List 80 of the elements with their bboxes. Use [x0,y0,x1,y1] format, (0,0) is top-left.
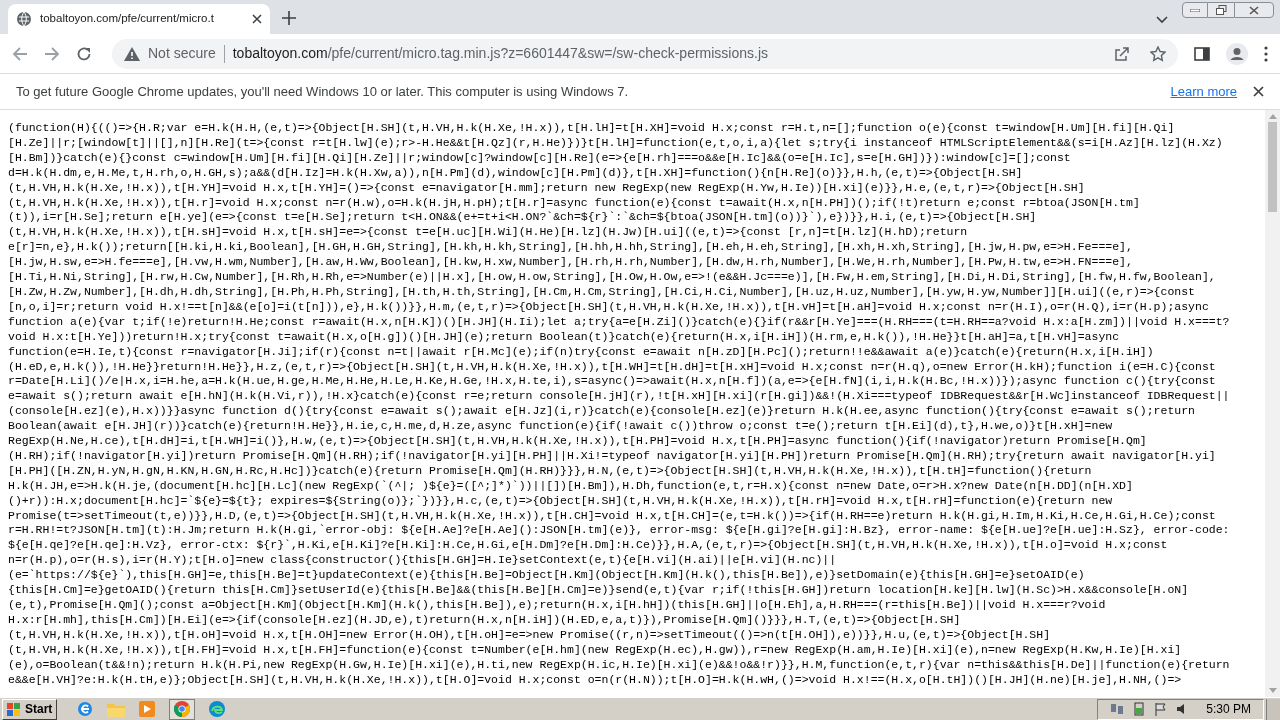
scroll-up-icon[interactable] [1268,114,1277,119]
learn-more-link[interactable]: Learn more [1170,81,1237,102]
edge-icon[interactable] [209,701,226,717]
new-tab-icon[interactable] [282,11,296,25]
start-button[interactable]: Start [2,698,58,720]
code-line: n=r(H.p),o=r(H.s),i=r(H.Y);t[H.o]=new class{constructor(){this[H.GH]=H.Ie}setContext(e,t){e[H.vi](H.ai)||e[H.vi](H.nc)|| [8,553,837,569]
code-line: Boolean(await e[H.JH](r))}catch(e){return!H.He}},H.ie,c,H.me,d,H.ze,async function(e){if(!await c())throw o;const t=e();return t[H.Ei](d),t},H.we,o)}t[H.xH]=new [8,419,1113,435]
code-line: (t,H.VH,H.k(H.Xe,!H.x)),t[H.FH]=void H.x,t[H.FH]=function(e){const t=Number(e[H.hm](new RegExp(H.ec),H.gw)),r=new RegExp(H.am,H.Ie)[H.xi](e),n=new RegExp(H.Kw,H.Ie)[H.xi] [8,642,1182,658]
close-icon [1249,5,1259,15]
code-line: (console[H.ez](e),H.x))}}async function d(){try{const e=await s();await e[H.Jz](i,r)}catch(e){console[H.ez](e)}return H.k(H.ee,async function(){try{const e=await s();return [8,404,1195,420]
code-line: void H.x:t[H.Ye]))return!H.x;try{const t=await(H.x,o[H.g])()[H.JH](e);return Boolean(t)}catch(e){return(H.x,i[H.iH])(H.rm,e,H.k()),!H.He}}t[H.aH]=a,t[H.vH]=async [8,329,1120,345]
profile-icon[interactable] [1226,42,1248,65]
code-line: [H.Bm])}catch(e){}const c=window[H.Um][H.fi][H.Qi][H.Ze]||r;window[c]?window[c][H.Re](e=>{e[H.rh]===o&&e[H.Ic]&&(o=e[H.Ic],s=e[H.GH])}):window[c]=[];const [8,150,1071,166]
battery-icon[interactable] [1132,702,1147,716]
browser-e-icon[interactable] [77,701,94,717]
menu-icon[interactable] [1264,45,1268,62]
code-line: RegExp(H.Ne,H.ce),t[H.dH]=i,t[H.WH]=i()},H.w,(e,t)=>{Object[H.SH](t,H.VH,H.k(H.Xe,!H.x)),t[H.PH]=void H.x,t[H.PH]=async function(){if(!navigator)return Promise[H.Qm] [8,434,1147,449]
star-icon[interactable] [1150,45,1166,62]
globe-icon [16,11,32,27]
restore-icon [1215,5,1227,15]
code-line: (t,H.VH,H.k(H.Xe,!H.x)),t[H.YH]=void H.x,t[H.YH]=()=>{const e=navigator[H.mm];return new RegExp(new RegExp(H.Yw,H.Ie))[H.xi](e)}},H.e,(e,t,r)=>{Object[H.SH] [8,180,1085,196]
scrollbar[interactable] [1265,110,1280,697]
forward-icon[interactable] [44,45,60,62]
clock: 5:30 PM [1206,701,1251,718]
code-line: [n,o,i]=r;return void H.x!==t[n]&&(e[o]=i(t[n])),e},H.k())}},H.m,(e,t,r)=>{Object[H.SH](t,H.VH,H.k(H.Xe,!H.x)),t[H.vH]=t[H.aH]=void H.x;const n=r(H.I),o=r(H.Q),i=r(H.p);async [8,299,1209,315]
show-desktop-button[interactable] [1266,698,1280,720]
close-icon[interactable] [252,14,262,24]
code-line: d=H.k(H.dm,e,H.Me,t,H.rh,o,H.GH,s);a&&(d[H.Iz]=H.k(H.Xw,a)),n[H.Pm](d),window[c][H.Pm](d)},t[H.XH]=function(){n[H.Re](o)}},H.h,(e,t)=>{Object[H.SH] [8,165,1023,181]
code-line: (t,H.VH,H.k(H.Xe,!H.x)),t[H.sH]=void H.x,t[H.sH]=e=>{const t=e[H.uc][H.Wi](H.He)[H.lz](H.Jw)[H.ui]((e,t)=>{const [r,n]=t[H.lz](H.hD);return [8,225,968,241]
sidebar-icon[interactable] [1194,45,1210,62]
scrollbar-thumb[interactable] [1268,122,1277,212]
share-icon[interactable] [1114,45,1130,62]
security-label: Not secure [148,44,216,63]
flag-icon[interactable] [1154,702,1169,716]
code-line: [H.Zw,H.Zw,Number],[H.dh,H.dh,String],[H.Ph,H.Ph,String],[H.th,H.th,String],[H.Cm,H.Cm,String],[H.Ci,H.Ci,Number],[H.uz,H.uz,Number],[H.yw,H.yw,Number]][H.ui]((e,r)=>{const [8,284,1195,300]
url-text: tobaltoyon.com/pfe/current/micro.tag.min.js?z=6601447&sw=/sw-check-permissions.js [232,44,769,63]
close-icon[interactable] [1253,86,1264,97]
back-icon[interactable] [12,45,28,62]
code-line: e=await s();return await e[H.hN](H.k(H.Vi,r)),!H.x}catch(e){const r=e;return console[H.jH](r),!t[H.xH][H.xi](r[H.gi])&&!(H.Xi===typeof IDBRequest&&r[H.Wc]instanceof IDBRequest|| [8,389,1230,405]
code-line: ()+r)):H.x;document[H.hc]=`${e}=${t}; expires=${String(o)};`})}},H.c,(e,t)=>{Object[H.SH](t,H.VH,H.k(H.Xe,!H.x)),t[H.rH]=void H.x,t[H.rH]=function(e){return new [8,493,1113,509]
code-line: (e,t),Promise[H.Qm]();const a=Object[H.Km](Object[H.Km](H.k(),this[H.Be]),e);return(H.x,i[H.hH])(this[H.GH]||o[H.Eh],a,H.RH===(r=this[H.Be])||void H.x===r?void [8,598,1106,613]
reload-icon[interactable] [76,45,92,62]
restore-button[interactable] [1208,2,1234,18]
code-line: e&&e[H.VH]?e:H.k(H.tH,e)};Object[H.SH](t,H.VH,H.k(H.Xe,!H.x)),t[H.O]=void H.x;const o=n(r(H.N));t[H.O]=H.k(H.wH,()=>void H.x!==(H.x,o[H.tH])()[H.JH](H.ne)[H.je],H.NH,()=> [8,672,1182,688]
code-line: (e=`https://${e}`),this[H.GH]=e,this[H.Be]=t}updateContext(e){this[H.Be]=Object[H.Km](Object[H.Km](H.k(),this[H.Be]),e)}setDomain(e){this[H.GH]=e}setOAID(e) [8,568,1085,584]
code-line: H.k(H.JH,e=>H.k(H.je,(document[H.hc][H.Lc](new RegExp(`(^|; )${e}=([^;]*)`))||[])[H.Bm]),H.Dh,function(e,t,r=H.x){const n=new Date,o=r>H.x?new Date(n[H.DD](n[H.XD] [8,478,1133,494]
code-line: function(e=H.Ie,t){const r=navigator[H.Ji];if(r){const n=t||await r[H.Mc](e);if(n)try{const e=await n[H.zD][H.Pc]();return!!e&&await a(e)}catch(e){return(H.x,i[H.iH]) [8,344,1154,360]
warning-icon [124,46,140,61]
code-line: (H.RH);if(!navigator[H.yi])return Promise[H.Qm](H.RH);if(!navigator[H.yi][H.PH]||H.Xi!=typeof navigator[H.yi][H.PH])return Promise[H.Qm](H.RH);try{return await navigator[H.yi] [8,448,1216,464]
chrome-icon [174,701,191,717]
code-line: function a(e){var t;if(!e)return!H.He;const r=await(H.x,n[H.K])()[H.JH](H.Ii);let a;try{a=e[H.Zi]()}catch(e){}if(r&&r[H.Ye]===(H.RH===(t=H.RH==a?void H.x:a[H.zm])||void H.x===t? [8,314,1230,330]
code-line: (function(H){(()=>{H.R;var e=H.k(H.H,(e,t)=>{Object[H.SH](t,H.VH,H.k(H.Xe,!H.x)),t[H.lH]=t[H.XH]=void H.x;const r=H.t,n=[];function o(e){const t=window[H.Um][H.fi][H.Qi] [8,121,1175,136]
code-line: ${e[H.qe]?e[H.qe]:H.Vz}, error-ctx: ${r}`,H.Ki,e[H.Ki]?e[H.Ki]:H.Ce,H.Gi,e[H.Dm]?e[H.Dm]:H.Ce)}},H.A,(e,t,r)=>{Object[H.SH](t,H.VH,H.k(H.Xe,!H.x)),t[H.o]=void H.x;const [8,538,1168,554]
network-icon[interactable] [1110,702,1125,716]
code-line: H.x:r[H.mh],this[H.Cm])[H.Ei](e=>{if(console[H.ez](H.JD,e),t)return(H.x,n[H.iH])(H.ED,e,a,t)}),Promise[H.Qm]()}}},H.T,(e,t)=>{Object[H.SH] [8,612,961,628]
chevron-down-icon[interactable] [1156,16,1168,24]
infobar-message: To get future Google Chrome updates, you'll need Windows 10 or later. This computer is using Windows 7. [16,82,629,101]
code-line: [H.Ti,H.Ni,String],[H.rw,H.Cw,Number],[H.Rh,H.Rh,e=>Number(e)||H.x],[H.ow,H.ow,String],[H.Ow,H.Ow,e=>!(e&&H.Jc===e)],[H.Fw,H.em,String],[H.Di,H.Di,String],[H.fw,H.fw,Boolean], [8,270,1216,285]
code-line: [H.PH]([H.ZN,H.yN,H.gN,H.KN,H.GN,H.Rc,H.Hc])}catch(e){return Promise[H.Qm](H.RH)}}},H.N,(e,t)=>{Object[H.SH](t,H.VH,H.k(H.Xe,!H.x)),t[H.tH]=function(){return [8,463,1092,479]
minimize-icon [1190,8,1200,12]
scroll-down-icon[interactable] [1268,688,1277,693]
code-line: [H.jw,H.sw,e=>H.fe===e],[H.vw,H.wm,Number],[H.aw,H.Ww,Boolean],[H.kw,H.xw,Number],[H.rh,H.rh,Number],[H.dw,H.rh,Number],[H.We,H.rh,Number],[H.Pw,H.tw,e=>H.FN===e], [8,255,1133,271]
code-line: {this[H.Cm]=e}getOAID(){return this[H.Cm]}setUserId(e){this[H.Be]&&(this[H.Be][H.Cm]=e)}send(e,t){var r;if(!this[H.GH])return location[H.ke][H.lw](H.Sc)>H.x&&console[H.oN] [8,583,1189,598]
code-line: Promise(t=>setTimeout(t,e))}},H.D,(e,t)=>{Object[H.SH](t,H.VH,H.k(H.Xe,!H.x)),t[H.CH]=void H.x,t[H.CH]=(e,t=H.k())=>{if(H.RH==e)return H.k(H.gi,H.Im,H.Ki,H.Ce,H.Gi,H.Ce);const [8,508,1216,524]
windows-logo-icon [7,702,21,716]
code-line: e[r]=n,e},H.k());return[[H.ki,H.ki,Boolean],[H.GH,H.GH,String],[H.kh,H.kh,String],[H.hh,H.hh,String],[H.eh,H.eh,String],[H.xh,H.xh,String],[H.jw,H.pw,e=>H.Fe===e], [8,240,1133,256]
browser-tab[interactable]: tobaltoyon.com/pfe/current/micro.t [8,4,270,34]
code-line: (e),o=Boolean(t&&!n);return H.k(H.Pi,new RegExp(H.Gw,H.Ie)[H.xi](e),H.ti,new RegExp(H.ic,H.Ie)[H.xi](e)&&!o&&!r)}},H.M,function(e,t,r){var n=this&&this[H.De]||function(e){return [8,657,1230,673]
code-line: (H.eD,e,H.k()),!H.He}}return!H.He}},H.z,(e,t,r)=>{Object[H.SH](t,H.VH,H.k(H.Xe,!H.x)),t[H.WH]=t[H.dH]=t[H.xH]=void H.x;const n=r(H.q),o=new Error(H.kH);function i(e=H.C){const [8,359,1216,375]
chrome-taskbar-button[interactable] [169,698,196,720]
code-line: r=Date[H.Li]()/e|H.x,i=H.he,a=H.k(H.ue,H.ge,H.Me,H.He,H.Le,H.Ke,H.Ge,!H.x,H.te,i),s=async()=>await(H.x,n[H.f])(a,e=>{e[H.fN](i,i,H.k(H.Bc,!H.x))});async function c(){try{const [8,374,1216,390]
close-window-button[interactable] [1234,2,1274,18]
address-bar[interactable]: Not secure tobaltoyon.com/pfe/current/micro.tag.min.js?z=6601447&sw=/sw-check-permissions.js [112,38,1178,69]
code-line: [H.Ze]||r;[window[t]||[],n][H.Re](t=>{const r=t[H.lw](e);r>-H.He&&t[H.Qz](r,H.He)})}t[H.lH]=function(e,t,o,i,a){let s;try{i instanceof HTMLScriptElement&&(s=i[H.Az][H.lz](H.Xz) [8,135,1223,151]
code-line: (t,H.VH,H.k(H.Xe,!H.x)),t[H.oH]=void H.x,t[H.OH]=new Error(H.OH),t[H.oH]=e=>new Promise((r,n)=>setTimeout(()=>n(t[H.OH]),e))}},H.u,(e,t)=>{Object[H.SH] [8,627,1051,643]
tab-title: tobaltoyon.com/pfe/current/micro.t [40,11,214,27]
code-line: (t)),i=r[H.Se];return e[H.ye](e=>{const t=e[H.Se];return t<H.ON&&(e+=t+i<H.ON?`&ch=${r}`:`&ch=${btoa(JSON[H.tm](o))}`),e})}},H.i,(e,t)=>{Object[H.SH] [8,210,1037,226]
media-player-icon[interactable] [139,701,156,717]
code-line: (t,H.VH,H.k(H.Xe,!H.x)),t[H.r]=void H.x;const n=r(H.w),o=H.k(H.jH,H.pH);t[H.r]=async function(e){const t=await(H.x,n[H.PH])();if(!t)return e;const r=btoa(JSON[H.tm] [8,195,1140,211]
code-line: r=H.RH!=t?JSON[H.tm](t):H.Jm;return H.k(H.gi,`error-obj: ${e[H.Ae]?e[H.Ae]():JSON[H.tm](e)}, error-msg: ${e[H.gi]?e[H.gi]:H.Bz}, error-name: ${e[H.ue]?e[H.ue]:H.Sz}, error-code: [8,523,1230,539]
